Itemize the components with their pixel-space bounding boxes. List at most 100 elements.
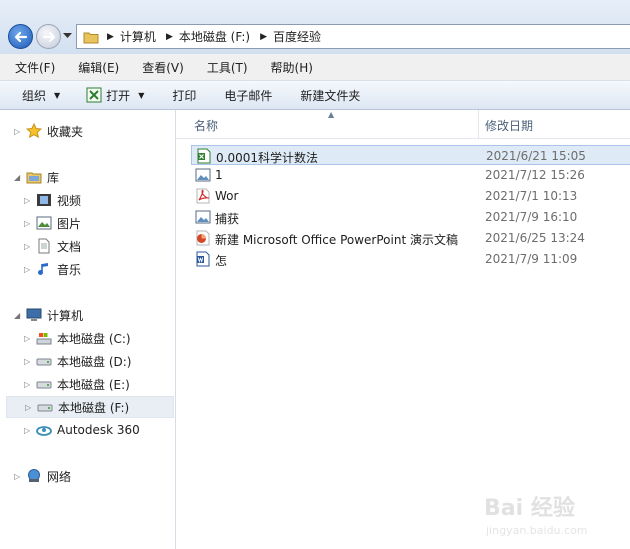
file-date: 2021/7/1 10:13 — [485, 189, 578, 203]
collapse-icon[interactable]: ◢ — [14, 173, 22, 182]
tree-computer[interactable]: ◢ 计算机 — [14, 304, 83, 326]
tree-network[interactable]: ▷ 网络 — [14, 465, 71, 487]
column-divider[interactable] — [478, 110, 479, 138]
expand-icon[interactable]: ▷ — [24, 196, 32, 205]
watermark-brand: Bai 经验 — [484, 496, 575, 521]
picture-icon — [36, 216, 52, 230]
breadcrumb-separator-icon[interactable]: ▶ — [166, 32, 173, 42]
menu-file[interactable]: 文件(F) — [0, 59, 63, 76]
tree-label: 网络 — [47, 469, 72, 484]
document-icon — [38, 238, 50, 254]
expand-icon[interactable]: ▷ — [14, 127, 22, 136]
tree-favorites[interactable]: ▷ 收藏夹 — [14, 120, 83, 142]
baidu-jingyan-watermark: Bai 经验 jingyan.baidu.com — [484, 484, 624, 544]
file-date: 2021/7/12 15:26 — [485, 168, 585, 182]
tree-drive-f[interactable]: ▷ 本地磁盘 (F:) — [6, 396, 174, 418]
expand-icon[interactable]: ▷ — [24, 242, 32, 251]
system-drive-icon — [36, 333, 52, 345]
open-button[interactable]: 打开 ▼ — [86, 87, 144, 104]
hard-drive-icon — [36, 381, 52, 389]
open-label: 打开 — [106, 88, 131, 103]
command-toolbar: 组织 ▼ 打开 ▼ 打印 电子邮件 新建文件夹 — [0, 81, 630, 110]
breadcrumb-separator-icon[interactable]: ▶ — [260, 32, 267, 42]
library-icon — [26, 172, 42, 184]
organize-button[interactable]: 组织 ▼ — [22, 87, 60, 104]
tree-documents[interactable]: ▷ 文档 — [24, 235, 81, 257]
powerpoint-icon — [196, 230, 210, 246]
star-icon — [26, 123, 42, 139]
collapse-icon[interactable]: ◢ — [14, 311, 22, 320]
tree-label: 库 — [47, 170, 60, 185]
computer-icon — [26, 308, 42, 321]
tree-label: 收藏夹 — [47, 124, 84, 139]
tree-music[interactable]: ▷ 音乐 — [24, 258, 81, 280]
pdf-icon — [196, 188, 210, 204]
expand-icon[interactable]: ▷ — [24, 334, 32, 343]
tree-drive-d[interactable]: ▷ 本地磁盘 (D:) — [24, 350, 131, 372]
tree-drive-c[interactable]: ▷ 本地磁盘 (C:) — [24, 327, 131, 349]
expand-icon[interactable]: ▷ — [24, 219, 32, 228]
file-name: 1 — [215, 168, 223, 182]
expand-icon[interactable]: ▷ — [24, 426, 32, 435]
excel-icon — [86, 87, 102, 103]
file-name: Wor — [215, 189, 239, 203]
menu-tools[interactable]: 工具(T) — [192, 59, 256, 76]
tree-drive-e[interactable]: ▷ 本地磁盘 (E:) — [24, 373, 130, 395]
file-row[interactable]: 捕获 2021/7/9 16:10 — [191, 207, 630, 227]
tree-label: 图片 — [57, 216, 82, 231]
forward-button[interactable] — [36, 24, 61, 49]
breadcrumb-separator-icon[interactable]: ▶ — [107, 32, 114, 42]
file-name: 捕获 — [215, 212, 240, 226]
history-dropdown-icon[interactable] — [63, 33, 72, 39]
expand-icon[interactable]: ▷ — [14, 472, 22, 481]
watermark-url: jingyan.baidu.com — [486, 524, 588, 537]
file-row[interactable]: Wor 2021/7/1 10:13 — [191, 186, 630, 206]
autodesk-cloud-icon — [36, 426, 52, 436]
navigation-bar: ▶ 计算机 ▶ 本地磁盘 (F:) ▶ 百度经验 — [0, 0, 630, 54]
tree-label: 计算机 — [47, 308, 84, 323]
file-name: 新建 Microsoft Office PowerPoint 演示文稿 — [215, 233, 458, 247]
expand-icon[interactable]: ▷ — [24, 380, 32, 389]
image-icon — [195, 210, 211, 224]
menu-view[interactable]: 查看(V) — [127, 59, 192, 76]
file-row[interactable]: 怎 2021/7/9 11:09 — [191, 249, 630, 269]
tree-libraries[interactable]: ◢ 库 — [14, 166, 59, 188]
tree-pictures[interactable]: ▷ 图片 — [24, 212, 81, 234]
image-icon — [195, 168, 211, 182]
chevron-down-icon: ▼ — [138, 90, 145, 100]
tree-autodesk-360[interactable]: ▷ Autodesk 360 — [24, 419, 140, 441]
file-date: 2021/6/25 13:24 — [485, 231, 585, 245]
tree-label: 本地磁盘 (E:) — [57, 377, 130, 392]
file-row[interactable]: 新建 Microsoft Office PowerPoint 演示文稿 2021… — [191, 228, 630, 248]
tree-label: 文档 — [57, 239, 82, 254]
tree-label: 本地磁盘 (F:) — [58, 400, 130, 415]
print-button[interactable]: 打印 — [172, 87, 196, 104]
video-icon — [37, 194, 51, 206]
column-header-bar: 名称 ▲ 修改日期 — [176, 110, 630, 139]
tree-label: 本地磁盘 (C:) — [57, 331, 131, 346]
menu-edit[interactable]: 编辑(E) — [63, 59, 127, 76]
menu-help[interactable]: 帮助(H) — [256, 59, 321, 76]
file-row[interactable]: 0.0001科学计数法 2021/6/21 15:05 — [191, 145, 630, 165]
word-icon — [196, 251, 210, 267]
expand-icon[interactable]: ▷ — [24, 265, 32, 274]
back-button[interactable] — [8, 24, 33, 49]
tree-label: Autodesk 360 — [57, 423, 140, 437]
column-header-name[interactable]: 名称 — [194, 117, 218, 134]
tree-videos[interactable]: ▷ 视频 — [24, 189, 81, 211]
breadcrumb-baidu-jingyan[interactable]: 百度经验 — [273, 28, 321, 45]
breadcrumb-drive-f[interactable]: 本地磁盘 (F:) — [179, 28, 250, 45]
expand-icon[interactable]: ▷ — [25, 403, 33, 412]
expand-icon[interactable]: ▷ — [24, 357, 32, 366]
sort-ascending-icon: ▲ — [328, 110, 335, 119]
file-row[interactable]: 1 2021/7/12 15:26 — [191, 165, 630, 185]
new-folder-button[interactable]: 新建文件夹 — [300, 87, 360, 104]
forward-arrow-icon — [42, 31, 56, 43]
email-button[interactable]: 电子邮件 — [224, 87, 272, 104]
address-bar[interactable]: ▶ 计算机 ▶ 本地磁盘 (F:) ▶ 百度经验 — [76, 24, 630, 49]
tree-label: 视频 — [57, 193, 82, 208]
column-header-modified[interactable]: 修改日期 — [485, 117, 533, 134]
organize-label: 组织 — [22, 88, 47, 103]
breadcrumb-computer[interactable]: 计算机 — [120, 28, 156, 45]
file-date: 2021/7/9 16:10 — [485, 210, 578, 224]
